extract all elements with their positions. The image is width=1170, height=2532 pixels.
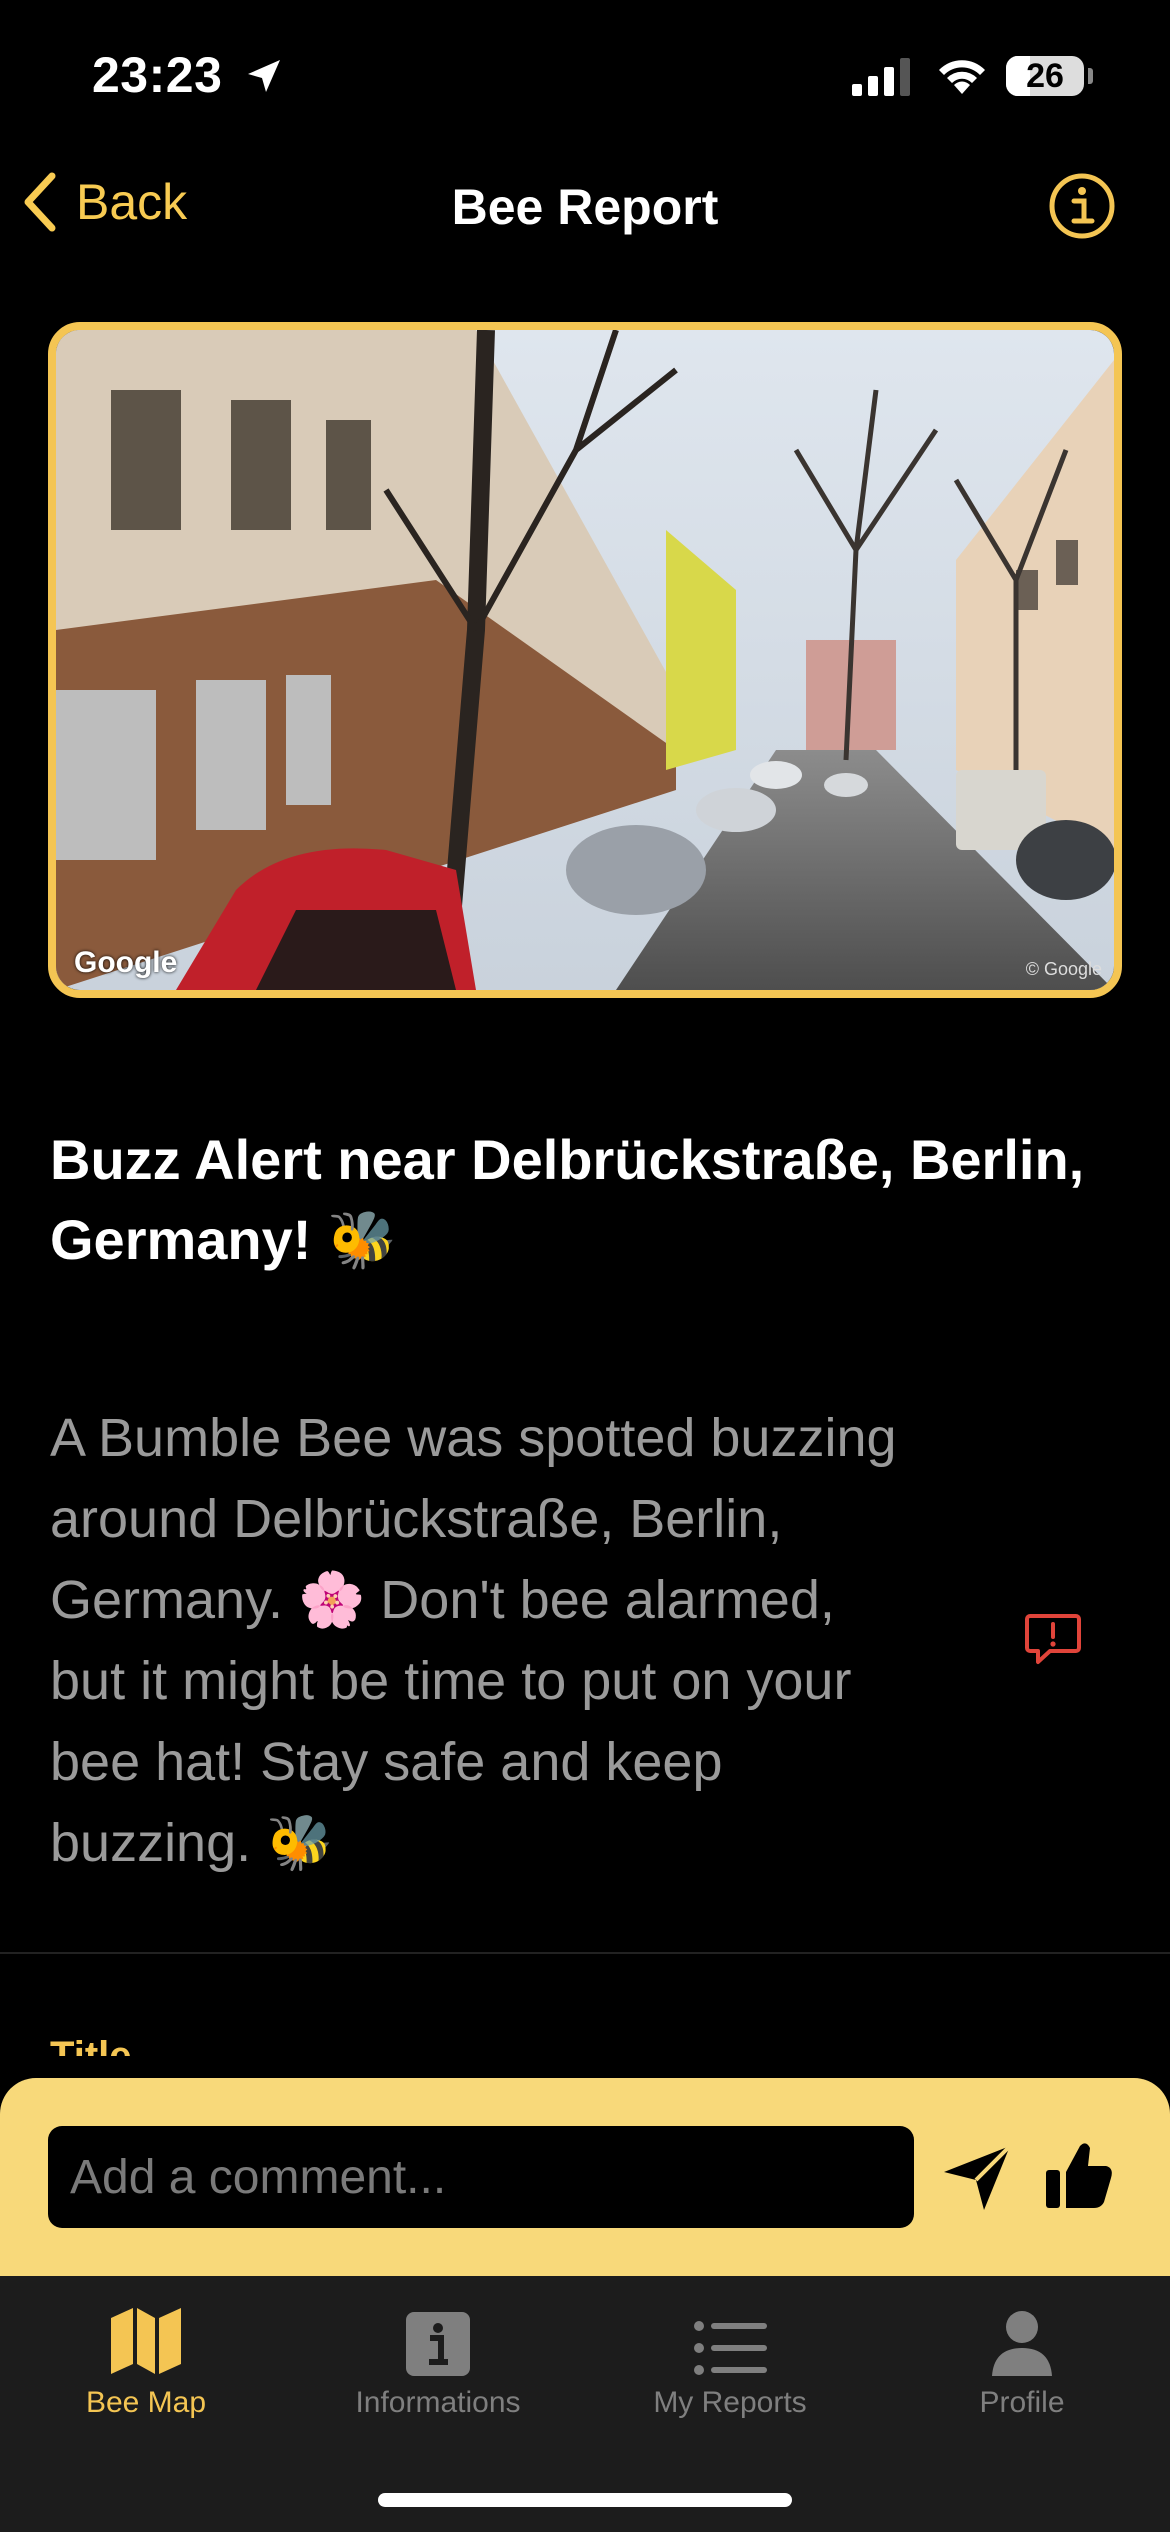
tab-label: Bee Map [85, 2386, 207, 2419]
status-time: 23:23 [92, 47, 223, 103]
battery-level: 26 [1026, 56, 1064, 95]
tab-my-reports[interactable]: My Reports [584, 2296, 876, 2420]
battery-indicator: 26 [1006, 56, 1084, 96]
info-button-icon[interactable] [1048, 172, 1116, 240]
street-scene-illustration [56, 330, 1114, 990]
wifi-icon [939, 60, 985, 94]
list-icon [694, 2321, 767, 2375]
location-arrow-icon [248, 60, 280, 92]
info-square-icon [406, 2312, 470, 2376]
tab-profile[interactable]: Profile [876, 2296, 1168, 2420]
section-divider [0, 1952, 1170, 1954]
google-watermark: Google [74, 946, 178, 979]
comment-input[interactable] [48, 2126, 914, 2228]
status-bar: 23:23 26 [0, 0, 1170, 150]
comment-bar [0, 2078, 1170, 2276]
street-view-image: Google © Google [48, 322, 1122, 998]
page-title: Bee Report [451, 179, 719, 235]
send-icon[interactable] [940, 2142, 1016, 2214]
thumbs-up-icon[interactable] [1044, 2138, 1114, 2212]
home-indicator [378, 2493, 792, 2507]
report-description: A Bumble Bee was spotted buzzing around … [50, 1408, 897, 1873]
tab-label: Informations [355, 2386, 521, 2419]
person-icon [992, 2311, 1052, 2376]
tab-label: Profile [979, 2386, 1065, 2419]
title-field-label: Title [50, 2034, 132, 2056]
map-icon [111, 2308, 181, 2374]
battery-nub [1088, 68, 1093, 84]
tab-label: My Reports [653, 2386, 807, 2419]
report-issue-icon[interactable] [1024, 1612, 1082, 1666]
google-copyright: © Google [1025, 959, 1102, 979]
tab-informations[interactable]: Informations [292, 2296, 584, 2420]
cellular-signal-icon [852, 58, 910, 96]
tab-bee-map[interactable]: Bee Map [0, 2296, 292, 2420]
report-title: Buzz Alert near Delbrückstraße, Berlin, … [50, 1128, 1085, 1271]
